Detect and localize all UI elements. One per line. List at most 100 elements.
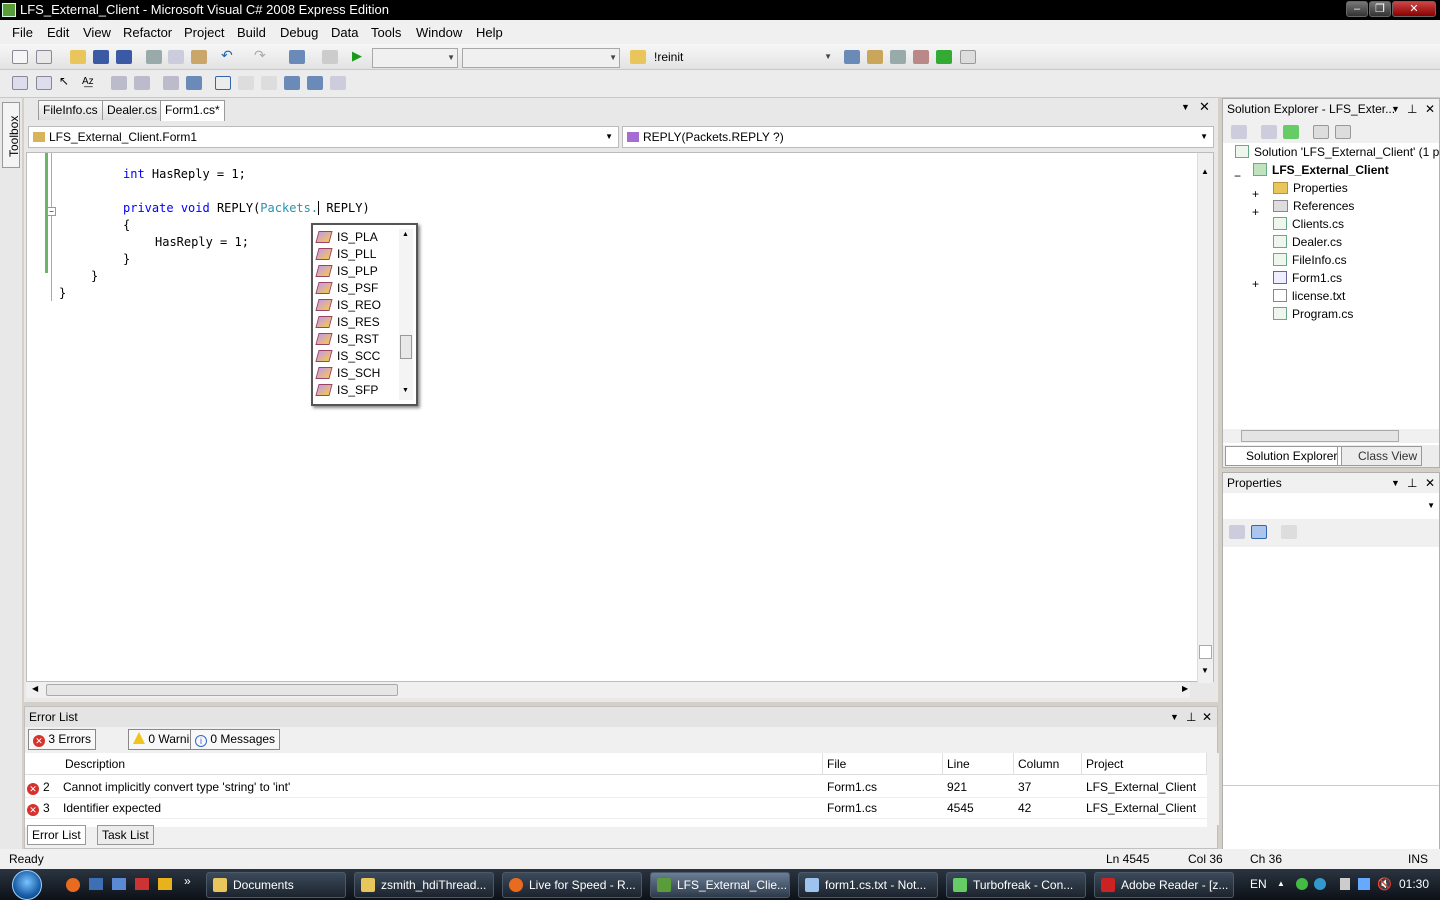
pin-icon[interactable]: ⊥ [1186,707,1196,727]
column-column[interactable]: Column [1014,753,1082,775]
toolbox-tab[interactable]: Toolbox [2,102,21,168]
messages-filter-button[interactable]: i 0 Messages [190,729,281,750]
close-panel-icon[interactable]: ✕ [1425,473,1435,493]
tree-item-license[interactable]: license.txt [1273,287,1345,305]
intellisense-item[interactable]: IS_REO [315,297,381,314]
show-all-files-icon[interactable] [1261,125,1277,139]
intellisense-item[interactable]: IS_SCC [315,348,380,365]
tree-item-fileinfo[interactable]: FileInfo.cs [1273,251,1347,269]
active-files-dropdown-icon[interactable]: ▼ [1181,102,1190,112]
navigate-forward-icon[interactable] [322,50,338,64]
start-button[interactable] [4,869,52,900]
navigate-backward-icon[interactable] [289,50,305,64]
expand-icon[interactable]: + [1252,185,1259,203]
close-window-button[interactable]: ✕ [1392,1,1436,17]
properties-icon[interactable] [1231,125,1247,139]
column-description[interactable]: Description [61,753,823,775]
tree-solution[interactable]: Solution 'LFS_External_Client' (1 pro [1235,143,1440,161]
firefox-icon[interactable] [66,878,80,892]
collapse-icon[interactable]: − [1234,167,1241,185]
taskbar-lfs-external-client[interactable]: LFS_External_Clie... [650,872,790,898]
alphabetical-icon[interactable] [1251,525,1267,539]
battery-icon[interactable] [1340,878,1350,890]
taskbar-adobe-reader[interactable]: Adobe Reader - [z... [1094,872,1234,898]
copy-icon[interactable] [168,50,184,64]
maximize-button[interactable]: ❐ [1369,1,1391,17]
new-project-icon[interactable] [12,50,28,64]
menu-tools[interactable]: Tools [371,25,401,40]
other-windows-icon[interactable] [960,50,976,64]
tree-item-dealer[interactable]: Dealer.cs [1273,233,1342,251]
tab-task-list[interactable]: Task List [97,825,154,845]
open-file-icon[interactable] [70,50,86,64]
messenger-tray-icon[interactable] [1296,878,1308,890]
panel-dropdown-icon[interactable]: ▼ [1391,99,1400,119]
parameter-info-icon[interactable] [36,76,52,90]
errors-filter-button[interactable]: ✕ 3 Errors [28,729,97,750]
menu-build[interactable]: Build [237,25,266,40]
table-row[interactable]: ✕ 2 Cannot implicitly convert type 'stri… [25,777,1207,798]
editor-vscroll-thumb[interactable] [1199,645,1212,659]
refresh-icon[interactable] [1283,125,1299,139]
quick-info-icon[interactable]: ↖ [59,74,75,88]
pin-icon[interactable]: ⊥ [1407,473,1417,493]
clock[interactable]: 01:30 [1399,877,1429,891]
intellisense-scrollbar[interactable]: ▲ ▼ [399,229,413,400]
solution-explorer-hscroll-thumb[interactable] [1241,430,1399,442]
tree-item-form1[interactable]: Form1.cs [1273,269,1342,287]
intellisense-item[interactable]: IS_RES [315,314,380,331]
next-bookmark-icon[interactable] [261,76,277,90]
property-pages-icon[interactable] [1281,525,1297,539]
start-page-icon[interactable] [936,50,952,64]
view-designer-icon[interactable] [1335,125,1351,139]
intellisense-item[interactable]: IS_PSF [315,280,378,297]
menu-window[interactable]: Window [416,25,462,40]
previous-bookmark-icon[interactable] [238,76,254,90]
taskbar-documents[interactable]: Documents [206,872,346,898]
type-dropdown[interactable]: LFS_External_Client.Form1 ▼ [28,126,619,148]
menu-refactor[interactable]: Refactor [123,25,172,40]
intellisense-item[interactable]: IS_PLL [315,246,376,263]
menu-help[interactable]: Help [476,25,503,40]
pin-icon[interactable]: ⊥ [1407,99,1417,119]
show-desktop-icon[interactable] [89,878,103,890]
menu-file[interactable]: File [12,25,33,40]
uncomment-icon[interactable] [186,76,202,90]
tab-form1[interactable]: Form1.cs* [160,100,225,121]
code-editor[interactable]: − int HasReply = 1; private void REPLY(P… [26,152,1214,683]
minimize-button[interactable]: – [1346,1,1368,17]
tree-item-clients[interactable]: Clients.cs [1273,215,1344,233]
undo-icon[interactable]: ↶ [221,47,237,63]
menu-edit[interactable]: Edit [47,25,69,40]
properties-object-combo[interactable]: ▼ [1223,495,1439,517]
taskbar-live-for-speed[interactable]: Live for Speed - R... [502,872,642,898]
member-dropdown[interactable]: REPLY(Packets.REPLY ?) ▼ [622,126,1214,148]
clear-bookmarks-icon[interactable] [330,76,346,90]
cut-icon[interactable] [146,50,162,64]
view-code-icon[interactable] [1313,125,1329,139]
column-file[interactable]: File [823,753,943,775]
complete-word-icon[interactable]: A͟z [82,76,98,90]
network-status-icon[interactable] [1314,878,1326,890]
taskbar-turbofreak[interactable]: Turbofreak - Con... [946,872,1086,898]
column-project[interactable]: Project [1082,753,1207,775]
configuration-combo[interactable]: ▼ [372,48,458,68]
tab-dealer[interactable]: Dealer.cs [102,100,163,120]
panel-dropdown-icon[interactable]: ▼ [1170,707,1179,727]
intellisense-scroll-thumb[interactable] [400,335,412,359]
find-in-files-icon[interactable] [630,50,646,64]
tree-item-references[interactable]: References [1273,197,1354,215]
intellisense-item[interactable]: IS_SCH [315,365,380,382]
intellisense-item[interactable]: IS_PLP [315,263,378,280]
redo-icon[interactable]: ↷ [254,47,270,63]
quicklaunch-more-icon[interactable]: » [184,874,191,888]
scroll-right-icon[interactable]: ▶ [1182,684,1188,693]
intellisense-item[interactable]: IS_PLA [315,229,378,246]
object-member-list-icon[interactable] [12,76,28,90]
find-combo[interactable]: !reinit ▼ [650,48,834,68]
tab-class-view[interactable]: Class View [1337,446,1423,466]
object-browser-icon[interactable] [890,50,906,64]
increase-indent-icon[interactable] [134,76,150,90]
tab-solution-explorer[interactable]: Solution Explorer [1225,446,1343,466]
network-icon[interactable] [1358,878,1370,890]
